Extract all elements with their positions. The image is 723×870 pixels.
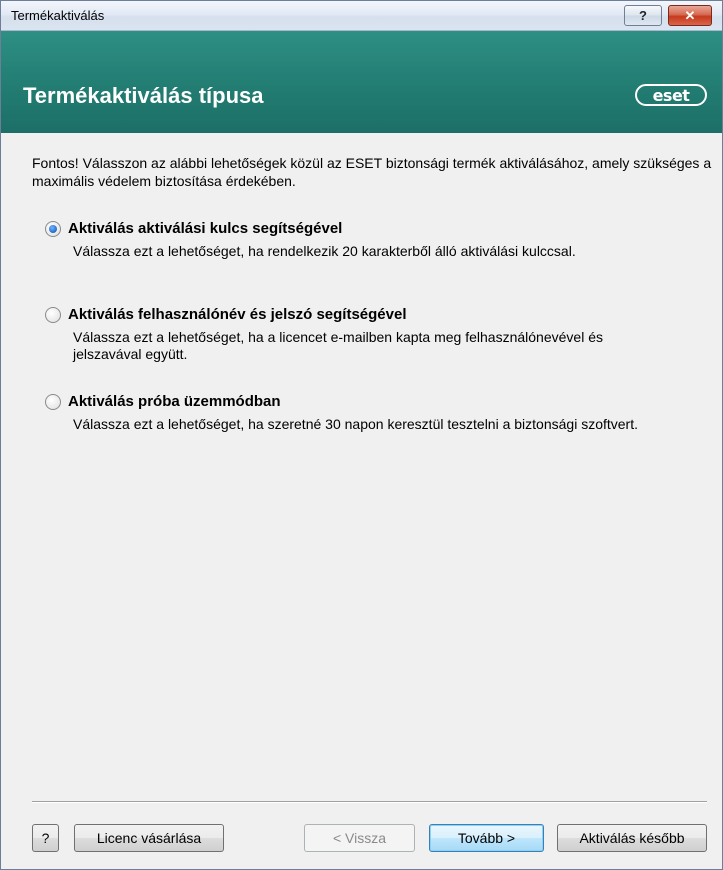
title-bar[interactable]: Termékaktiválás ? ✕ xyxy=(1,1,722,31)
eset-logo: eset xyxy=(635,84,707,106)
option-description: Válassza ezt a lehetőséget, ha rendelkez… xyxy=(73,243,576,259)
option-label[interactable]: Aktiválás próba üzemmódban xyxy=(68,393,281,410)
activate-later-button[interactable]: Aktiválás később xyxy=(557,824,707,852)
close-icon: ✕ xyxy=(684,7,696,23)
titlebar-help-button[interactable]: ? xyxy=(624,5,662,26)
help-button[interactable]: ? xyxy=(32,824,59,852)
option-description: Válassza ezt a lehetőséget, ha szeretné … xyxy=(73,416,638,432)
buy-license-button[interactable]: Licenc vásárlása xyxy=(74,824,224,852)
back-button[interactable]: < Vissza xyxy=(304,824,415,852)
next-button[interactable]: Tovább > xyxy=(429,824,544,852)
activation-dialog: Termékaktiválás ? ✕ Termékaktiválás típu… xyxy=(0,0,723,870)
radio-username-password[interactable] xyxy=(45,306,61,323)
radio-activation-key[interactable] xyxy=(45,220,61,237)
content-area: Fontos! Válasszon az alábbi lehetőségek … xyxy=(1,133,722,869)
option-activation-key[interactable]: Aktiválás aktiválási kulcs segítségével … xyxy=(45,220,653,260)
option-trial[interactable]: Aktiválás próba üzemmódban Válassza ezt … xyxy=(45,393,653,433)
radio-selected-dot xyxy=(49,224,57,233)
question-icon: ? xyxy=(639,8,647,23)
header-banner: Termékaktiválás típusa eset xyxy=(1,31,722,133)
intro-text: Fontos! Válasszon az alábbi lehetőségek … xyxy=(32,155,712,189)
option-label[interactable]: Aktiválás felhasználónév és jelszó segít… xyxy=(68,306,407,323)
window-title: Termékaktiválás xyxy=(11,8,105,23)
eset-logo-text: eset xyxy=(652,85,690,105)
option-label[interactable]: Aktiválás aktiválási kulcs segítségével xyxy=(68,220,342,237)
option-description: Válassza ezt a lehetőséget, ha a licence… xyxy=(73,329,603,362)
page-title: Termékaktiválás típusa xyxy=(23,83,264,108)
radio-trial[interactable] xyxy=(45,393,61,410)
option-username-password[interactable]: Aktiválás felhasználónév és jelszó segít… xyxy=(45,306,653,363)
close-button[interactable]: ✕ xyxy=(668,5,712,26)
divider xyxy=(32,801,707,803)
